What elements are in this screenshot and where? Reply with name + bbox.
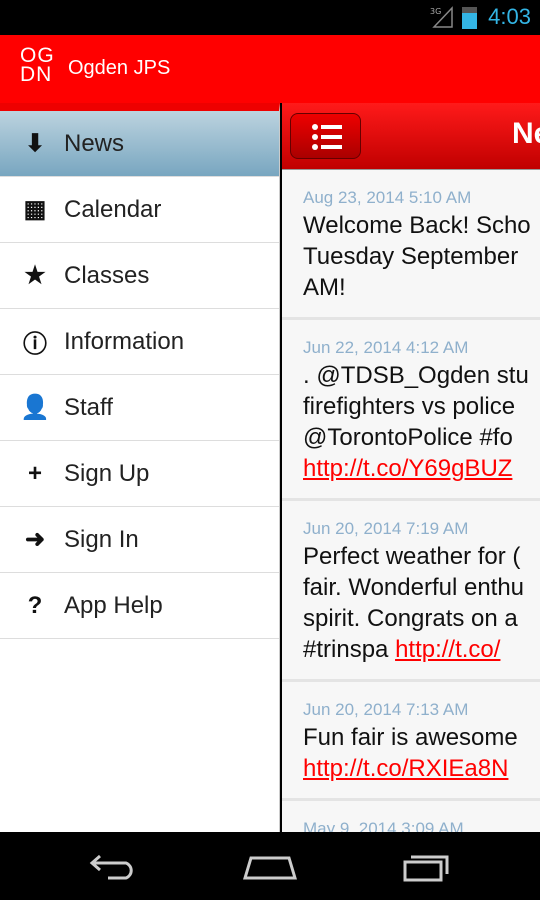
app-logo[interactable]: OG DN [20, 45, 55, 85]
sidebar-item-label: Staff [64, 393, 113, 421]
nav-bar [0, 832, 540, 900]
person-arrow-icon: ➜ [24, 526, 46, 553]
post-text-line: . @TDSB_Ogden stu [303, 362, 529, 389]
sidebar-item-app-help[interactable]: ? App Help [0, 573, 279, 639]
app-title: Ogden JPS [68, 57, 171, 79]
clock: 4:03 [488, 4, 531, 29]
sidebar: ⬇ News ▦ Calendar ★ Classes ⓘ Information 👤 Staff… [0, 103, 280, 832]
post-date: May 9, 2014 3:09 AM [303, 819, 464, 832]
post-date: Aug 23, 2014 5:10 AM [303, 188, 472, 207]
list-icon [312, 124, 342, 150]
post-text-line: Tuesday September [303, 243, 519, 270]
post-text-line: firefighters vs police [303, 393, 516, 420]
sidebar-item-sign-in[interactable]: ➜ Sign In [0, 507, 279, 573]
post-text-line: #trinspa http://t.co/ [303, 636, 501, 663]
person-icon: 👤 [20, 394, 50, 421]
info-icon: ⓘ [23, 331, 47, 358]
post-link[interactable]: http://t.co/Y69gBUZ [303, 455, 512, 482]
sidebar-item-news[interactable]: ⬇ News [0, 111, 279, 177]
app-bar: OG DN Ogden JPS [0, 35, 540, 103]
post-text-line: http://t.co/Y69gBUZ [303, 453, 540, 484]
news-list[interactable]: Aug 23, 2014 5:10 AM Welcome Back! Scho Tu… [282, 170, 540, 832]
post-text-line: Welcome Back! Scho [303, 212, 531, 239]
sidebar-item-classes[interactable]: ★ Classes [0, 243, 279, 309]
svg-text:3G: 3G [430, 7, 441, 16]
sidebar-item-label: App Help [64, 591, 163, 619]
status-bar: 3G 4:03 [0, 0, 540, 35]
post-link[interactable]: http://t.co/ [395, 636, 500, 663]
sidebar-item-label: Sign Up [64, 459, 150, 487]
post-date: Jun 20, 2014 7:19 AM [303, 519, 469, 538]
signal-icon: 3G [430, 6, 453, 28]
panel-header: News [282, 103, 540, 170]
battery-icon [462, 7, 477, 29]
calendar-icon: ▦ [23, 196, 47, 223]
post-text-line: fair. Wonderful enthu [303, 574, 525, 601]
person-add-icon: + [27, 459, 42, 487]
news-item[interactable]: Jun 20, 2014 7:13 AM Fun fair is awesome h… [282, 682, 540, 801]
post-text-line: http://t.co/RXIEa8N [303, 753, 540, 784]
news-item[interactable]: Aug 23, 2014 5:10 AM Welcome Back! Scho Tu… [282, 170, 540, 320]
post-link[interactable]: http://t.co/RXIEa8N [303, 755, 508, 782]
sidebar-item-label: Classes [64, 261, 150, 289]
sidebar-item-staff[interactable]: 👤 Staff [0, 375, 279, 441]
post-text-line: spirit. Congrats on a [303, 605, 518, 632]
sidebar-item-label: Sign In [64, 525, 139, 553]
post-text-line: Fun fair is awesome [303, 724, 518, 751]
post-text-line: AM! [303, 274, 346, 301]
sidebar-item-label: Information [64, 327, 185, 355]
panel-title: News [512, 117, 540, 150]
menu-toggle-button[interactable] [290, 113, 361, 159]
news-panel: News Aug 23, 2014 5:10 AM Welcome Back! S… [282, 103, 540, 832]
sidebar-item-calendar[interactable]: ▦ Calendar [0, 177, 279, 243]
inbox-download-icon: ⬇ [24, 130, 46, 157]
sidebar-item-label: News [64, 129, 125, 157]
news-item[interactable]: Jun 20, 2014 7:19 AM Perfect weather for … [282, 501, 540, 682]
news-item[interactable]: Jun 22, 2014 4:12 AM . @TDSB_Ogden stu fir… [282, 320, 540, 501]
sidebar-item-label: Calendar [64, 195, 162, 223]
post-date: Jun 20, 2014 7:13 AM [303, 700, 469, 719]
home-icon[interactable] [243, 852, 297, 880]
back-icon[interactable] [88, 852, 138, 880]
recent-apps-icon[interactable] [403, 852, 453, 882]
post-text-line: @TorontoPolice #fo [303, 424, 513, 451]
sidebar-item-sign-up[interactable]: + Sign Up [0, 441, 279, 507]
news-item[interactable]: May 9, 2014 3:09 AM [282, 801, 540, 832]
star-icon: ★ [24, 262, 46, 289]
post-text-line: Perfect weather for ( [303, 543, 521, 570]
post-date: Jun 22, 2014 4:12 AM [303, 338, 469, 357]
question-icon: ? [27, 591, 43, 619]
sidebar-item-information[interactable]: ⓘ Information [0, 309, 279, 375]
